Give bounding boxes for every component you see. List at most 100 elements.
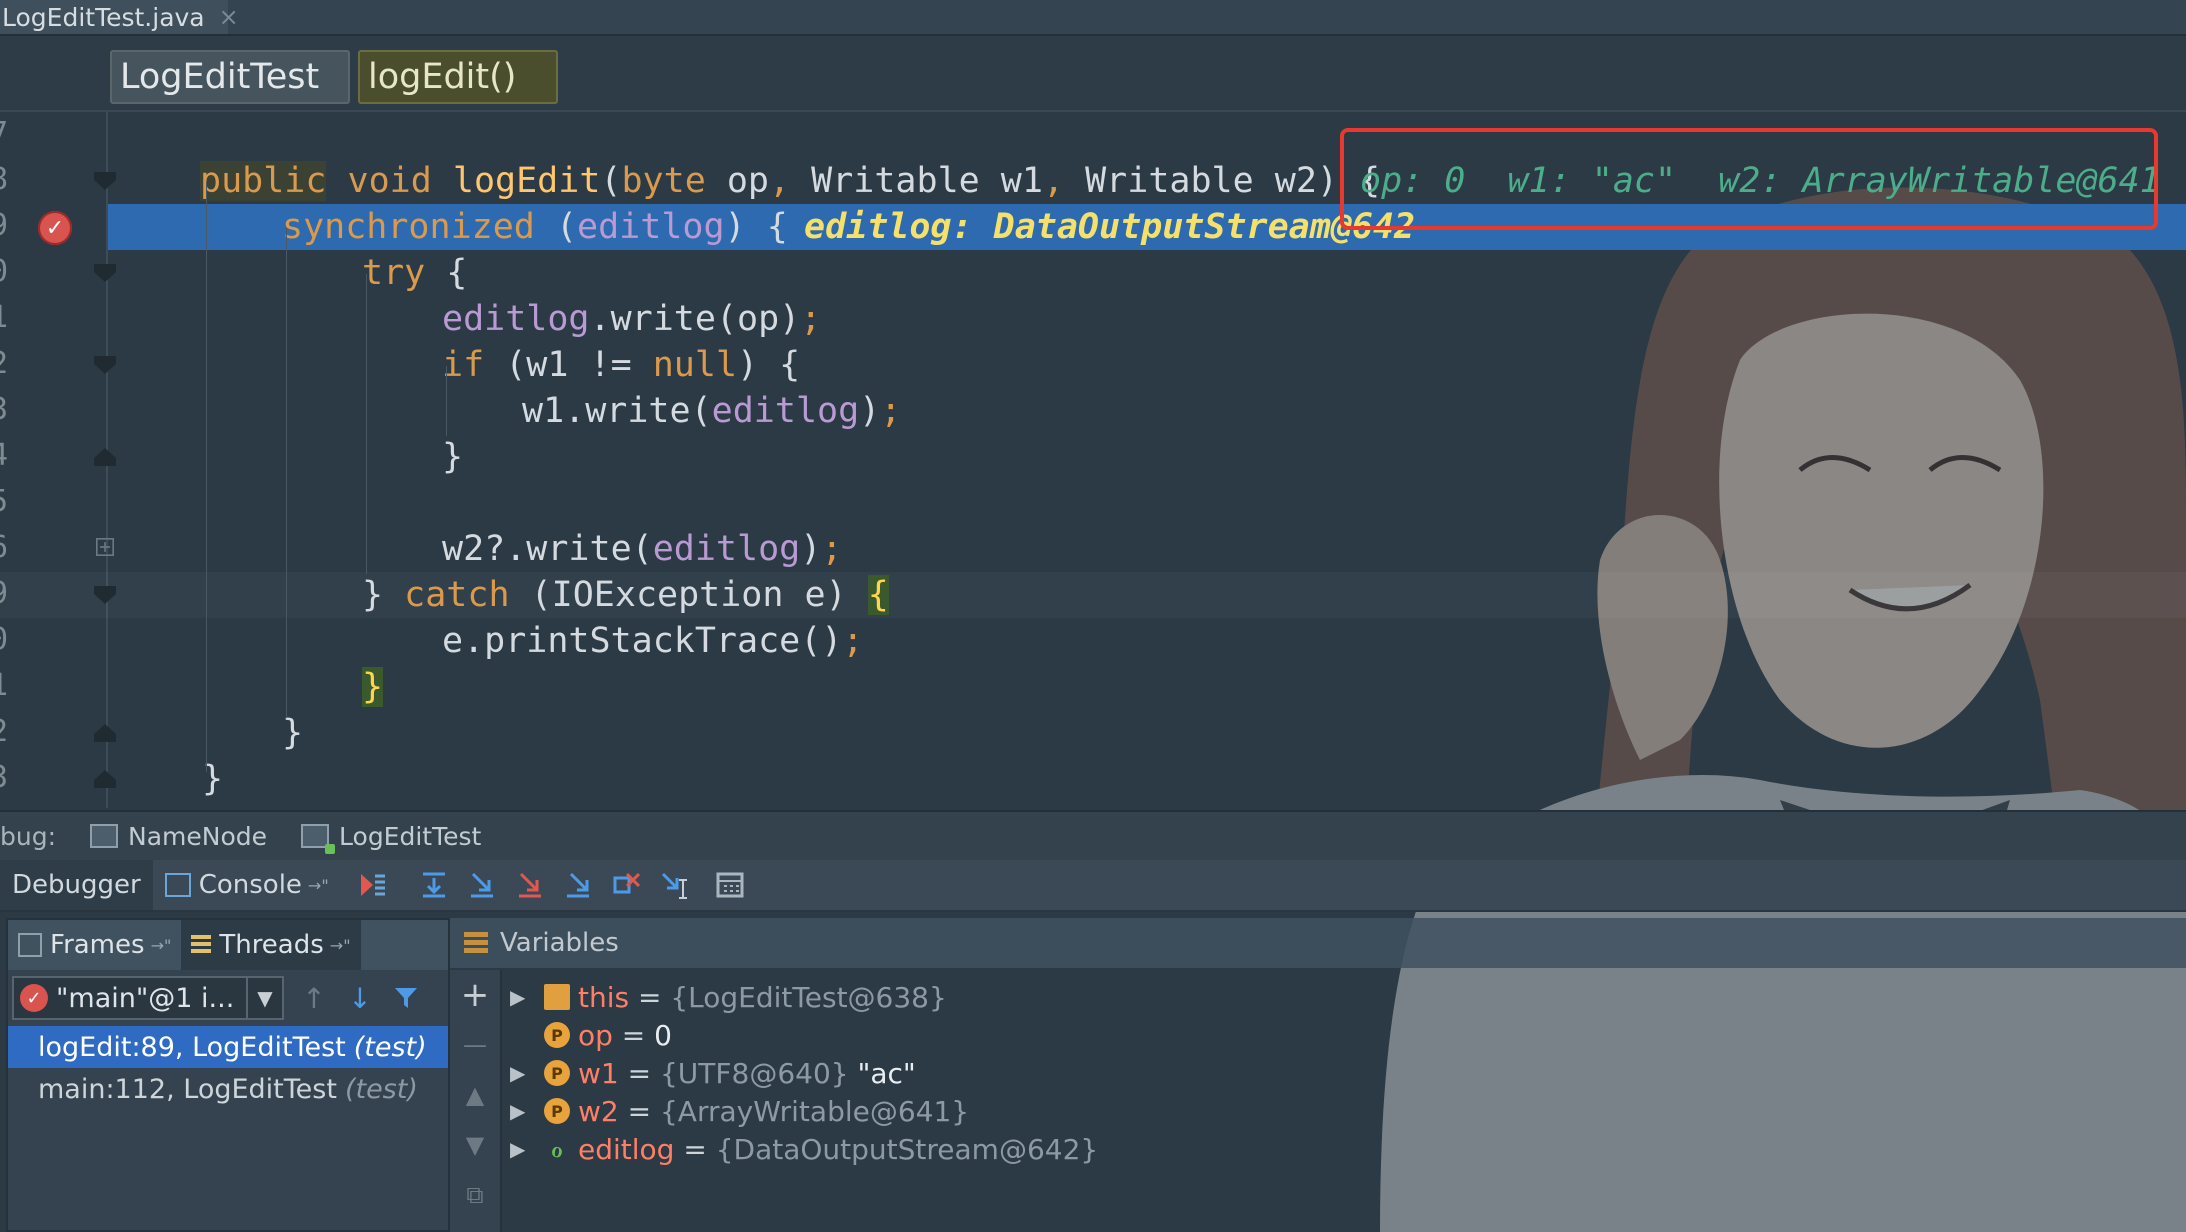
tab-frames-label: Frames <box>50 930 145 960</box>
stack-frame-item[interactable]: main:112, LogEditTest (test) <box>8 1068 448 1110</box>
session-tab-logedittest[interactable]: LogEditTest <box>301 821 482 854</box>
expand-arrow-icon[interactable]: ▶ <box>510 985 544 1009</box>
annotation-highlight-box <box>1340 128 2158 230</box>
variables-side-toolbar: + — ▲ ▼ ⧉ <box>450 970 502 1232</box>
fold-end-icon[interactable] <box>94 770 116 788</box>
code-line[interactable]: 3 w1.write(editlog); <box>0 388 2186 434</box>
indent-guide <box>366 274 367 574</box>
tab-debugger[interactable]: Debugger <box>0 860 153 910</box>
step-into-icon[interactable] <box>465 868 499 902</box>
line-number: 0 <box>0 254 10 289</box>
code-text: w2?.write(editlog); <box>442 529 843 569</box>
code-line[interactable]: 0 try { <box>0 250 2186 296</box>
expand-fold-icon[interactable] <box>94 538 116 556</box>
inline-debug-value: editlog: DataOutputStream@642 <box>804 207 1416 247</box>
code-line[interactable]: 0 e.printStackTrace(); <box>0 618 2186 664</box>
thread-dropdown[interactable]: ✓ "main"@1 i... ▼ <box>12 976 284 1020</box>
variable-row[interactable]: P op = 0 <box>510 1016 1098 1054</box>
variable-row[interactable]: ▶ P w1 = {UTF8@640} "ac" <box>510 1054 1098 1092</box>
code-text: public void logEdit(byte op, Writable w1… <box>200 161 1381 201</box>
variable-row[interactable]: ▶ P w2 = {ArrayWritable@641} <box>510 1092 1098 1130</box>
indent-guide <box>206 182 207 772</box>
code-line[interactable]: 2 if (w1 != null) { <box>0 342 2186 388</box>
code-line[interactable]: 4 } <box>0 434 2186 480</box>
file-tab-bar: LogEditTest.java × <box>0 0 2186 36</box>
frame-package: (test) <box>344 1073 418 1105</box>
fold-end-icon[interactable] <box>94 724 116 742</box>
variable-name: w2 <box>578 1094 619 1128</box>
line-number: 6 <box>0 530 10 565</box>
run-to-cursor-icon[interactable] <box>657 868 691 902</box>
tab-console[interactable]: Console →" <box>153 860 341 910</box>
close-tab-icon[interactable]: × <box>219 3 239 31</box>
code-text: try { <box>362 253 468 293</box>
arrow-down-icon[interactable]: ↓ <box>344 982 376 1015</box>
line-number: 3 <box>0 392 10 427</box>
code-text: } <box>362 667 384 707</box>
pin-icon[interactable]: →" <box>151 936 172 955</box>
breakpoint-icon[interactable]: ✓ <box>38 211 72 245</box>
variable-value: {DataOutputStream@642} <box>715 1132 1099 1166</box>
indent-guide <box>286 228 287 718</box>
move-up-icon[interactable]: ▲ <box>450 1070 500 1120</box>
code-line-current[interactable]: 9 } catch (IOException e) { <box>0 572 2186 618</box>
running-window-icon <box>301 824 336 854</box>
pin-icon[interactable]: →" <box>308 876 329 895</box>
filter-icon[interactable] <box>390 982 422 1014</box>
arrow-up-icon[interactable]: ↑ <box>298 982 330 1015</box>
code-line[interactable]: 5 <box>0 480 2186 526</box>
code-line[interactable]: 3 } <box>0 756 2186 802</box>
fold-end-icon[interactable] <box>94 448 116 466</box>
code-text: if (w1 != null) { <box>442 345 801 385</box>
show-execution-point-icon[interactable] <box>355 868 389 902</box>
session-tab-namenode[interactable]: NameNode <box>90 822 267 851</box>
drop-frame-icon[interactable] <box>609 868 643 902</box>
force-step-into-icon[interactable] <box>513 868 547 902</box>
line-number: 5 <box>0 484 10 519</box>
variable-equals: = <box>618 1094 660 1128</box>
code-line[interactable]: 2 } <box>0 710 2186 756</box>
breadcrumb-class[interactable]: LogEditTest <box>110 50 350 104</box>
line-number: 9 <box>0 576 10 611</box>
variables-tree: ▶ this = {LogEditTest@638} P op = 0 ▶ P … <box>510 978 1098 1168</box>
tab-frames[interactable]: Frames →" <box>8 920 181 970</box>
expand-arrow-icon[interactable]: ▶ <box>510 1137 544 1161</box>
stack-frame-item[interactable]: logEdit:89, LogEditTest (test) <box>8 1026 448 1068</box>
remove-watch-icon[interactable]: — <box>450 1020 500 1070</box>
stack-frame-object-icon <box>544 984 570 1010</box>
line-number: 8 <box>0 162 10 197</box>
move-down-icon[interactable]: ▼ <box>450 1120 500 1170</box>
chevron-down-icon[interactable]: ▼ <box>246 978 282 1018</box>
variable-value: {ArrayWritable@641} <box>659 1094 970 1128</box>
fold-icon[interactable] <box>94 586 116 604</box>
pin-icon[interactable]: →" <box>330 936 351 955</box>
file-tab-logedittest[interactable]: LogEditTest.java × <box>0 0 239 34</box>
breadcrumb-method[interactable]: logEdit() <box>358 50 558 104</box>
variables-title: Variables <box>500 928 619 958</box>
step-out-icon[interactable] <box>561 868 595 902</box>
variables-panel-header: Variables <box>450 918 2186 968</box>
tab-threads[interactable]: Threads →" <box>181 920 361 970</box>
fold-icon[interactable] <box>94 264 116 282</box>
variable-row[interactable]: ▶ this = {LogEditTest@638} <box>510 978 1098 1016</box>
step-over-icon[interactable] <box>417 868 451 902</box>
code-line[interactable]: 6 w2?.write(editlog); <box>0 526 2186 572</box>
variable-row[interactable]: ▶ ℴ editlog = {DataOutputStream@642} <box>510 1130 1098 1168</box>
session-tab-label: LogEditTest <box>339 821 482 851</box>
parameter-icon: P <box>544 1022 570 1048</box>
expand-arrow-icon[interactable]: ▶ <box>510 1061 544 1085</box>
breadcrumb: LogEditTest logEdit() <box>0 36 2186 112</box>
line-number: 9 <box>0 208 10 243</box>
code-line[interactable]: 1 editlog.write(op); <box>0 296 2186 342</box>
evaluate-expression-icon[interactable] <box>713 868 747 902</box>
file-tab-label: LogEditTest.java <box>2 2 205 32</box>
fold-icon[interactable] <box>94 356 116 374</box>
code-line[interactable]: 1 } <box>0 664 2186 710</box>
code-text: editlog.write(op); <box>442 299 822 339</box>
fold-icon[interactable] <box>94 172 116 190</box>
code-text: } <box>442 437 464 477</box>
copy-icon[interactable]: ⧉ <box>450 1170 500 1220</box>
add-watch-icon[interactable]: + <box>450 970 500 1020</box>
code-text: } catch (IOException e) { <box>362 575 889 615</box>
expand-arrow-icon[interactable]: ▶ <box>510 1099 544 1123</box>
